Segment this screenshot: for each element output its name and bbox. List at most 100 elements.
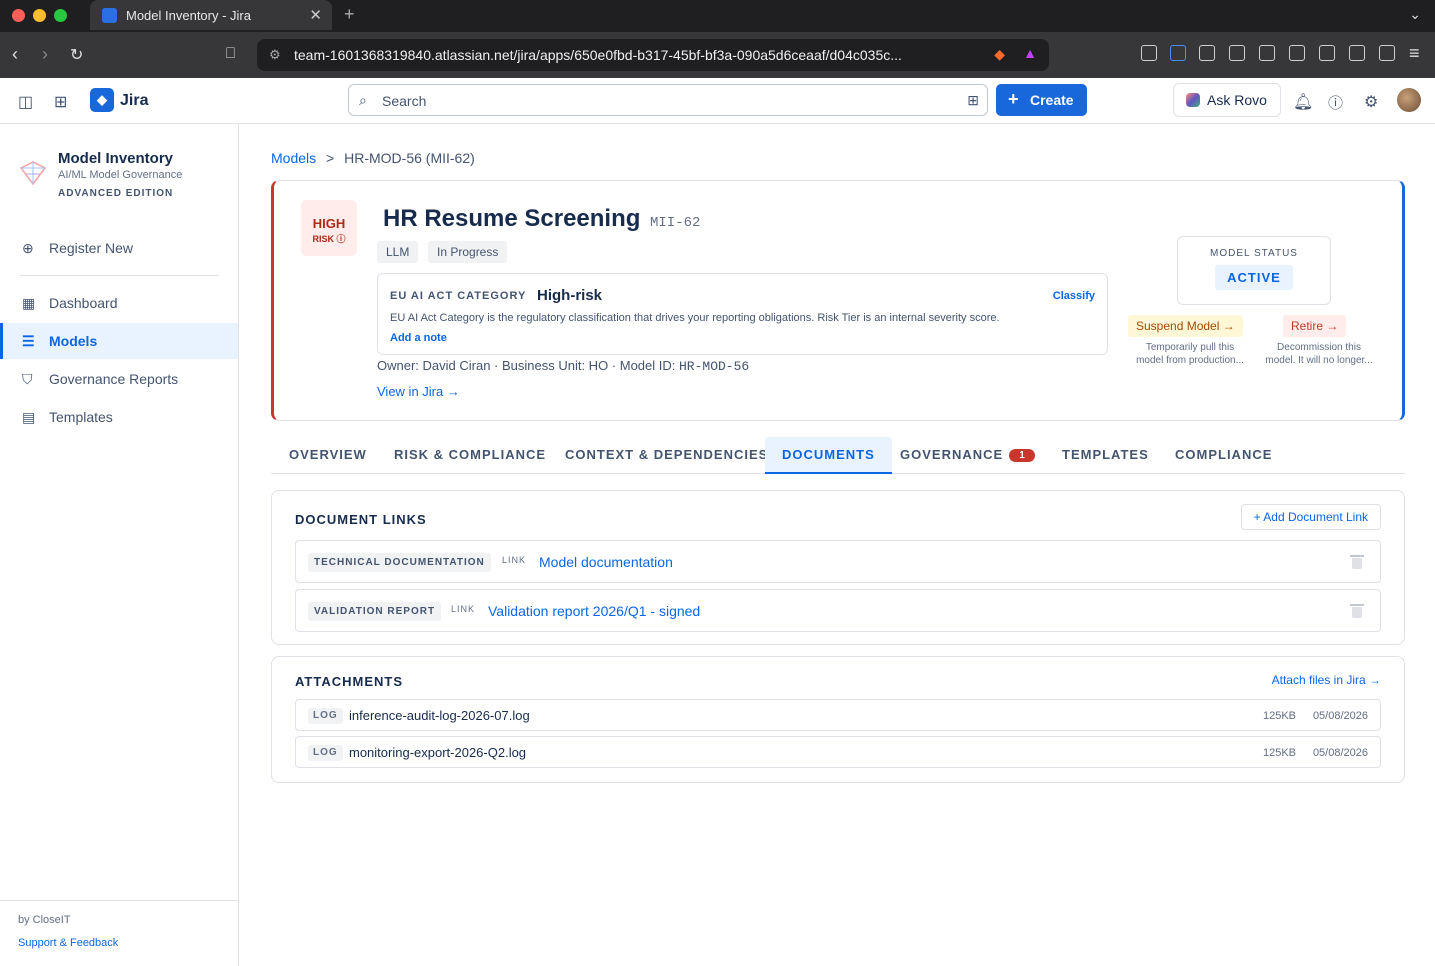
avatar[interactable]: [1397, 88, 1421, 112]
minimize-window-button[interactable]: [33, 9, 46, 22]
brave-shield-icon[interactable]: ◆: [994, 46, 1005, 63]
address-bar[interactable]: ⚙ team-1601368319840.atlassian.net/jira/…: [257, 39, 1049, 71]
divider: [0, 900, 238, 901]
add-document-link-button[interactable]: + Add Document Link: [1240, 504, 1381, 530]
tag-chip: LLM: [377, 241, 419, 263]
leo-icon[interactable]: [1349, 45, 1365, 61]
close-window-button[interactable]: [12, 9, 25, 22]
eu-act-description: EU AI Act Category is the regulatory cla…: [390, 312, 1000, 324]
create-button[interactable]: + Create: [996, 84, 1087, 116]
divider: [20, 275, 218, 276]
vpn-icon[interactable]: [1379, 45, 1395, 61]
file-type-badge: LOG: [308, 708, 343, 724]
url-text: team-1601368319840.atlassian.net/jira/ap…: [294, 47, 902, 63]
attachments-panel: ATTACHMENTS Attach files in Jira → LOG i…: [271, 656, 1405, 783]
tab-title: Model Inventory - Jira: [126, 8, 251, 23]
retire-button[interactable]: Retire →: [1283, 315, 1347, 337]
tab-templates[interactable]: TEMPLATES: [1045, 437, 1166, 473]
list-item[interactable]: LOG monitoring-export-2026-Q2.log 125KB …: [295, 736, 1381, 768]
sidebar-toggle-icon[interactable]: [1289, 45, 1305, 61]
search-input[interactable]: ⌕ Search ⊞: [348, 84, 988, 116]
suspend-hint-line: model from production...: [1136, 355, 1244, 366]
download-icon[interactable]: [1259, 45, 1275, 61]
browser-toolbar: ‹ › ↻ ⎕ ⚙ team-1601368319840.atlassian.n…: [0, 32, 1435, 78]
tab-overview[interactable]: OVERVIEW: [272, 437, 384, 473]
bell-icon[interactable]: 🔔︎: [1293, 92, 1313, 112]
suspend-hint: Temporarily pull this model from product…: [1128, 341, 1252, 367]
rewards-icon[interactable]: ▲: [1023, 45, 1037, 61]
tab-compliance[interactable]: COMPLIANCE: [1158, 437, 1289, 473]
ask-rovo-button[interactable]: Ask Rovo: [1173, 83, 1281, 117]
document-icon: ▤: [22, 409, 36, 425]
gear-icon[interactable]: ⚙: [1364, 92, 1378, 112]
suspend-model-button[interactable]: Suspend Model →: [1128, 315, 1243, 337]
document-kind: LINK: [502, 555, 527, 565]
add-note-link[interactable]: Add a note: [390, 332, 447, 344]
plus-icon: +: [1008, 89, 1019, 109]
sidebar-item-models[interactable]: ☰ Models: [0, 323, 238, 359]
ask-rovo-label: Ask Rovo: [1207, 92, 1267, 108]
attach-files-link[interactable]: Attach files in Jira →: [1272, 673, 1381, 687]
tab-close-icon[interactable]: ✕: [309, 6, 322, 24]
app-switcher-icon[interactable]: ⊞: [54, 92, 67, 112]
plus-circle-icon: ⊕: [22, 240, 34, 256]
view-in-jira-link[interactable]: View in Jira →: [377, 384, 460, 399]
register-new-label: Register New: [49, 240, 134, 256]
tab-label: GOVERNANCE: [900, 447, 1004, 462]
list-item: VALIDATION REPORT LINK Validation report…: [295, 589, 1381, 632]
site-settings-icon[interactable]: ⚙: [269, 47, 281, 63]
classify-button[interactable]: Classify: [1053, 290, 1095, 302]
file-type-badge: LOG: [308, 745, 343, 761]
tab-documents[interactable]: DOCUMENTS: [765, 437, 892, 474]
support-link[interactable]: Support & Feedback: [18, 937, 118, 949]
extension-icon[interactable]: [1199, 45, 1215, 61]
breadcrumb-models-link[interactable]: Models: [271, 150, 316, 166]
sidebar-toggle-icon[interactable]: ◫: [18, 92, 33, 112]
bookmark-icon[interactable]: ⎕: [226, 45, 235, 62]
model-header-card: HIGH RISK ⓘ HR Resume Screening MII-62 L…: [271, 180, 1405, 421]
maximize-window-button[interactable]: [54, 9, 67, 22]
register-new-button[interactable]: ⊕ Register New: [0, 230, 238, 266]
status-badge: ACTIVE: [1215, 265, 1293, 290]
extension-icon[interactable]: [1141, 45, 1157, 61]
tab-governance[interactable]: GOVERNANCE 1: [883, 437, 1052, 473]
status-chip: In Progress: [428, 241, 508, 263]
new-tab-icon[interactable]: +: [344, 4, 355, 25]
file-size: 125KB: [1262, 747, 1296, 759]
tab-context-dependencies[interactable]: CONTEXT & DEPENDENCIES: [548, 437, 785, 473]
retire-hint: Decommission this model. It will no long…: [1259, 341, 1379, 367]
document-type-badge: VALIDATION REPORT: [308, 602, 442, 621]
file-name: inference-audit-log-2026-07.log: [349, 708, 530, 723]
help-icon[interactable]: ⓘ: [1328, 92, 1343, 113]
back-icon[interactable]: ‹: [12, 44, 18, 65]
sidebar-item-templates[interactable]: ▤ Templates: [0, 399, 238, 435]
list-item[interactable]: LOG inference-audit-log-2026-07.log 125K…: [295, 699, 1381, 731]
menu-icon[interactable]: ≡: [1409, 43, 1420, 64]
extension-icon[interactable]: [1170, 45, 1186, 61]
sidebar-item-governance-reports[interactable]: ⛉ Governance Reports: [0, 361, 238, 397]
owner-info: Owner: David Ciran · Business Unit: HO ·…: [377, 358, 749, 374]
document-type-badge: TECHNICAL DOCUMENTATION: [308, 553, 491, 572]
product-name[interactable]: Jira: [120, 92, 148, 110]
model-status-label: MODEL STATUS: [1210, 248, 1298, 259]
forward-icon[interactable]: ›: [42, 44, 48, 65]
wallet-icon[interactable]: [1319, 45, 1335, 61]
tab-list-chevron-icon[interactable]: ⌄: [1409, 6, 1421, 23]
model-status-box: MODEL STATUS ACTIVE: [1177, 236, 1331, 305]
sidebar-item-dashboard[interactable]: ▦ Dashboard: [0, 285, 238, 321]
risk-badge: HIGH RISK ⓘ: [301, 200, 357, 256]
trash-icon[interactable]: [1350, 553, 1364, 570]
puzzle-icon[interactable]: [1229, 45, 1245, 61]
trash-icon[interactable]: [1350, 602, 1364, 619]
eu-act-label: EU AI ACT CATEGORY: [390, 290, 527, 302]
jira-logo-icon[interactable]: ◆: [90, 88, 114, 112]
count-badge: 1: [1009, 449, 1035, 462]
document-link[interactable]: Validation report 2026/Q1 - signed: [488, 603, 700, 619]
document-link[interactable]: Model documentation: [539, 554, 673, 570]
tab-risk-compliance[interactable]: RISK & COMPLIANCE: [377, 437, 563, 473]
model-key: MII-62: [650, 215, 701, 231]
filter-icon[interactable]: ⊞: [967, 92, 979, 109]
reload-icon[interactable]: ↻: [70, 45, 83, 65]
browser-tab[interactable]: Model Inventory - Jira ✕: [90, 0, 332, 30]
list-item: TECHNICAL DOCUMENTATION LINK Model docum…: [295, 540, 1381, 583]
